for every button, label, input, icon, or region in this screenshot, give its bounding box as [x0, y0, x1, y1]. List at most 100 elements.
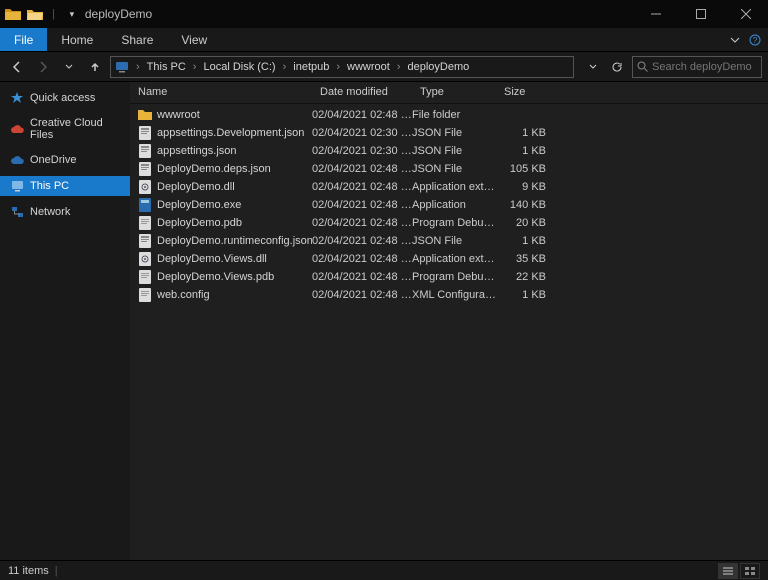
folder-open-icon[interactable]	[26, 5, 44, 23]
cell-name: DeployDemo.Views.pdb	[138, 270, 312, 284]
crumb-drive[interactable]: Local Disk (C:)	[203, 61, 275, 73]
cell-size: 9 KB	[496, 181, 546, 193]
cell-size: 22 KB	[496, 271, 546, 283]
tab-view[interactable]: View	[167, 28, 221, 51]
crumb-wwwroot[interactable]: wwwroot	[347, 61, 390, 73]
table-row[interactable]: DeployDemo.exe02/04/2021 02:48 pmApplica…	[130, 196, 768, 214]
cell-name: DeployDemo.exe	[138, 198, 312, 212]
up-button[interactable]	[84, 56, 106, 78]
file-name: DeployDemo.Views.dll	[157, 253, 267, 265]
sidebar-item-label: Creative Cloud Files	[30, 117, 120, 141]
navigation-row: › This PC › Local Disk (C:) › inetpub › …	[0, 52, 768, 82]
file-name: DeployDemo.dll	[157, 181, 235, 193]
crumb-sep: ›	[336, 61, 340, 73]
cell-name: DeployDemo.Views.dll	[138, 252, 312, 266]
file-name: DeployDemo.runtimeconfig.json	[157, 235, 312, 247]
table-row[interactable]: web.config02/04/2021 02:48 pmXML Configu…	[130, 286, 768, 304]
column-header-size[interactable]: Size	[496, 82, 546, 103]
cell-size: 20 KB	[496, 217, 546, 229]
crumb-current[interactable]: deployDemo	[408, 61, 470, 73]
cell-type: File folder	[412, 109, 496, 121]
folder-icon	[138, 108, 152, 122]
sidebar-item-this-pc[interactable]: This PC	[0, 176, 130, 196]
forward-button[interactable]	[32, 56, 54, 78]
table-row[interactable]: DeployDemo.runtimeconfig.json02/04/2021 …	[130, 232, 768, 250]
tab-share[interactable]: Share	[107, 28, 167, 51]
cell-date: 02/04/2021 02:48 pm	[312, 181, 412, 193]
qat-separator: |	[52, 8, 55, 20]
tab-home[interactable]: Home	[47, 28, 107, 51]
cell-date: 02/04/2021 02:48 pm	[312, 109, 412, 121]
table-row[interactable]: appsettings.json02/04/2021 02:30 pmJSON …	[130, 142, 768, 160]
file-name: DeployDemo.Views.pdb	[157, 271, 274, 283]
file-icon	[138, 216, 152, 230]
sidebar-item-onedrive[interactable]: OneDrive	[0, 150, 130, 170]
sidebar-item-label: This PC	[30, 180, 69, 192]
ribbon-expand-icon[interactable]	[728, 33, 742, 47]
maximize-button[interactable]	[678, 0, 723, 28]
file-name: web.config	[157, 289, 210, 301]
sidebar-item-quick-access[interactable]: Quick access	[0, 88, 130, 108]
cell-name: appsettings.Development.json	[138, 126, 312, 140]
table-row[interactable]: DeployDemo.pdb02/04/2021 02:48 pmProgram…	[130, 214, 768, 232]
address-dropdown-button[interactable]	[582, 56, 604, 78]
sidebar-item-label: Quick access	[30, 92, 95, 104]
cell-type: Program Debug D...	[412, 217, 496, 229]
column-headers: Name Date modified Type Size	[130, 82, 768, 104]
table-row[interactable]: appsettings.Development.json02/04/2021 0…	[130, 124, 768, 142]
cell-type: JSON File	[412, 163, 496, 175]
file-name: wwwroot	[157, 109, 200, 121]
file-icon	[138, 288, 152, 302]
cell-size: 1 KB	[496, 127, 546, 139]
refresh-button[interactable]	[606, 56, 628, 78]
recent-locations-button[interactable]	[58, 56, 80, 78]
cell-date: 02/04/2021 02:48 pm	[312, 253, 412, 265]
table-row[interactable]: DeployDemo.dll02/04/2021 02:48 pmApplica…	[130, 178, 768, 196]
help-icon[interactable]: ?	[748, 33, 762, 47]
cell-type: Program Debug D...	[412, 271, 496, 283]
titlebar: | ▾ deployDemo	[0, 0, 768, 28]
search-box[interactable]	[632, 56, 762, 78]
ribbon-tabs: File Home Share View ?	[0, 28, 768, 52]
star-icon	[10, 91, 24, 105]
status-separator: |	[55, 565, 58, 577]
navigation-pane: Quick access Creative Cloud Files OneDri…	[0, 82, 130, 560]
crumb-this-pc[interactable]: This PC	[147, 61, 186, 73]
cell-name: DeployDemo.runtimeconfig.json	[138, 234, 312, 248]
pc-icon	[10, 179, 24, 193]
column-header-date[interactable]: Date modified	[312, 82, 412, 103]
sidebar-item-label: OneDrive	[30, 154, 76, 166]
view-details-button[interactable]	[718, 563, 738, 579]
view-icons-button[interactable]	[740, 563, 760, 579]
exe-icon	[138, 198, 152, 212]
close-button[interactable]	[723, 0, 768, 28]
minimize-button[interactable]	[633, 0, 678, 28]
cell-name: DeployDemo.deps.json	[138, 162, 312, 176]
onedrive-icon	[10, 153, 24, 167]
column-header-type[interactable]: Type	[412, 82, 496, 103]
table-row[interactable]: DeployDemo.Views.dll02/04/2021 02:48 pmA…	[130, 250, 768, 268]
sidebar-item-creative-cloud[interactable]: Creative Cloud Files	[0, 114, 130, 144]
view-toggle	[718, 563, 760, 579]
cell-date: 02/04/2021 02:48 pm	[312, 235, 412, 247]
table-row[interactable]: wwwroot 02/04/2021 02:48 pmFile folder	[130, 106, 768, 124]
qat-chevron-icon[interactable]: ▾	[63, 5, 81, 23]
search-input[interactable]	[652, 61, 757, 73]
address-bar[interactable]: › This PC › Local Disk (C:) › inetpub › …	[110, 56, 574, 78]
cell-type: JSON File	[412, 145, 496, 157]
sidebar-item-network[interactable]: Network	[0, 202, 130, 222]
crumb-inetpub[interactable]: inetpub	[293, 61, 329, 73]
back-button[interactable]	[6, 56, 28, 78]
dll-icon	[138, 252, 152, 266]
cell-size: 35 KB	[496, 253, 546, 265]
crumb-sep: ›	[193, 61, 197, 73]
file-name: DeployDemo.exe	[157, 199, 241, 211]
cell-date: 02/04/2021 02:48 pm	[312, 289, 412, 301]
column-header-name[interactable]: Name	[130, 82, 312, 103]
tab-file[interactable]: File	[0, 28, 47, 51]
table-row[interactable]: DeployDemo.deps.json02/04/2021 02:48 pmJ…	[130, 160, 768, 178]
cell-name: DeployDemo.pdb	[138, 216, 312, 230]
cell-date: 02/04/2021 02:30 pm	[312, 127, 412, 139]
table-row[interactable]: DeployDemo.Views.pdb02/04/2021 02:48 pmP…	[130, 268, 768, 286]
cell-date: 02/04/2021 02:30 pm	[312, 145, 412, 157]
